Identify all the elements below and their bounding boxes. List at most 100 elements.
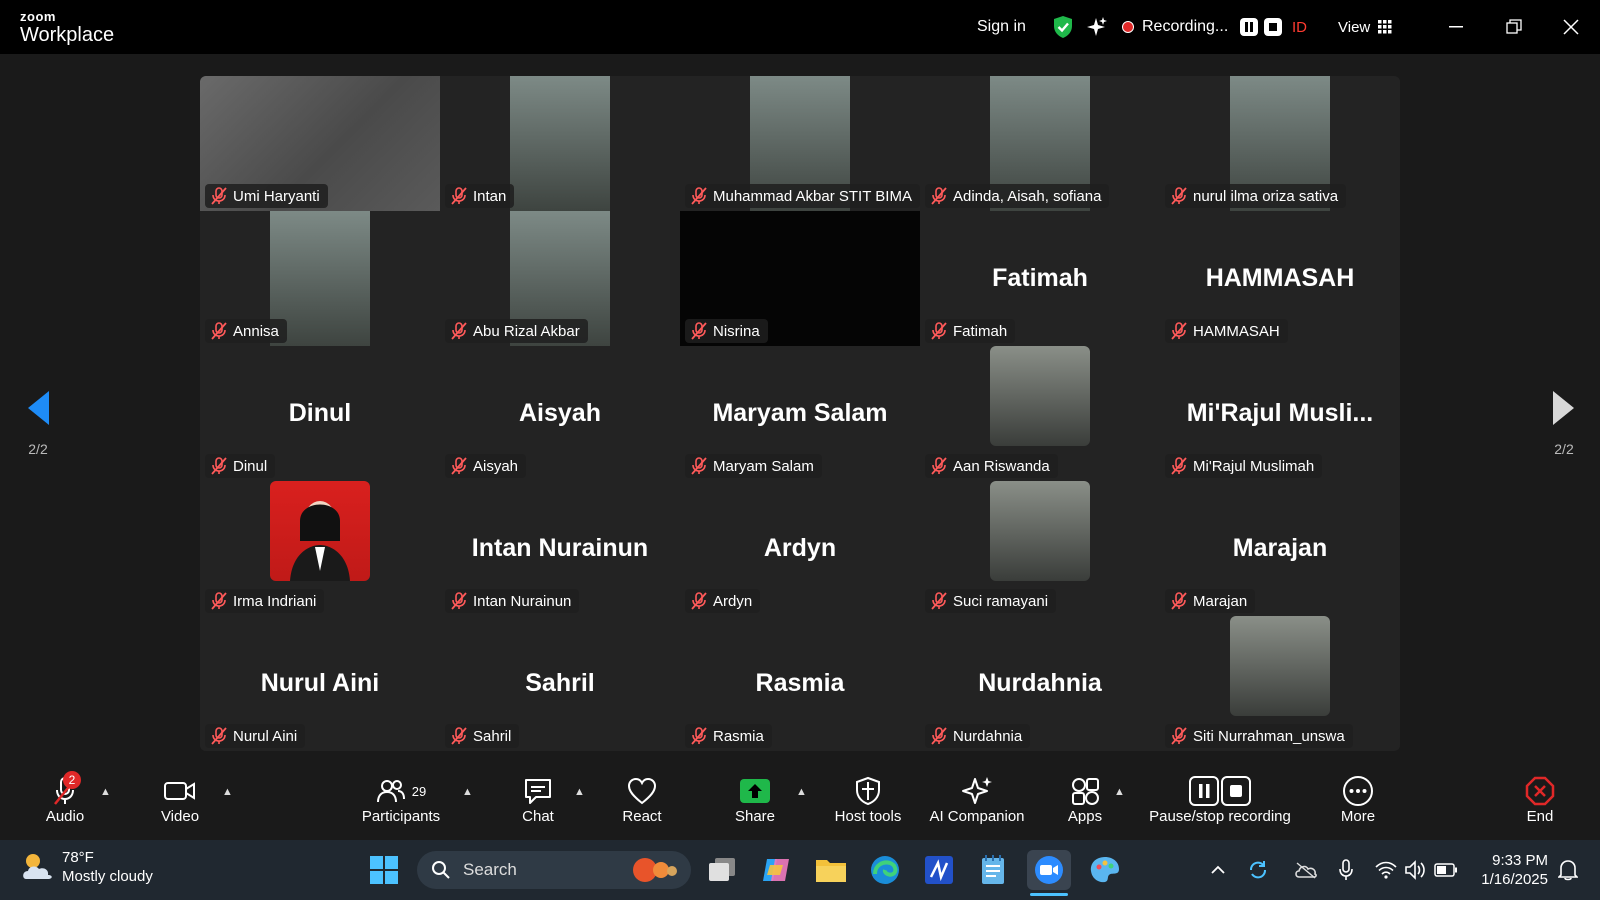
wifi-icon[interactable] (1372, 850, 1400, 890)
audio-options-chevron-icon[interactable]: ▲ (100, 786, 111, 798)
video-button[interactable]: Video (155, 774, 205, 836)
react-button[interactable]: React (617, 774, 667, 836)
participant-tile[interactable]: Muhammad Akbar STIT BIMA (680, 76, 920, 211)
participant-tile[interactable]: Nurul Aini Nurul Aini (200, 616, 440, 751)
pause-stop-recording-button[interactable]: Pause/stop recording (1140, 774, 1300, 836)
chat-options-chevron-icon[interactable]: ▲ (574, 786, 585, 798)
prev-page-arrow-icon[interactable] (25, 390, 51, 426)
sign-in-button[interactable]: Sign in (977, 0, 1026, 54)
participant-tile[interactable]: Siti Nurrahman_unswa (1160, 616, 1400, 751)
more-button[interactable]: More (1333, 774, 1383, 836)
participant-tile[interactable]: nurul ilma oriza sativa (1160, 76, 1400, 211)
apps-options-chevron-icon[interactable]: ▲ (1114, 786, 1125, 798)
participant-tile[interactable]: HAMMASAH HAMMASAH (1160, 211, 1400, 346)
onedrive-icon[interactable] (1292, 850, 1320, 890)
participant-name-label: Mi'Rajul Muslimah (1165, 454, 1323, 478)
battery-icon[interactable] (1432, 850, 1460, 890)
paint-icon[interactable] (1085, 850, 1125, 890)
chat-button[interactable]: Chat (513, 774, 563, 836)
participant-tile[interactable]: Abu Rizal Akbar (440, 211, 680, 346)
notifications-bell-icon[interactable] (1554, 850, 1582, 890)
participant-tile[interactable]: Aan Riswanda (920, 346, 1160, 481)
next-page-control[interactable]: 2/2 (1534, 390, 1594, 457)
edge-browser-icon[interactable] (865, 850, 905, 890)
muted-mic-icon (691, 727, 707, 745)
stop-recording-icon[interactable] (1264, 18, 1283, 36)
participant-tile[interactable]: Rasmia Rasmia (680, 616, 920, 751)
video-options-chevron-icon[interactable]: ▲ (222, 786, 233, 798)
host-tools-button[interactable]: Host tools (828, 774, 908, 836)
encryption-shield-icon[interactable] (1052, 0, 1074, 54)
zoom-app-icon[interactable] (1027, 850, 1071, 890)
visual-studio-icon[interactable] (919, 850, 959, 890)
task-view-icon[interactable] (702, 850, 742, 890)
pause-recording-icon[interactable] (1240, 18, 1259, 36)
participant-video-feed (990, 346, 1090, 446)
participant-name-label: Fatimah (925, 319, 1016, 343)
participant-tile[interactable]: Fatimah Fatimah (920, 211, 1160, 346)
ai-sparkle-icon[interactable] (1086, 0, 1108, 54)
end-meeting-button[interactable]: End (1515, 774, 1565, 836)
file-explorer-icon[interactable] (811, 850, 851, 890)
participant-name: Abu Rizal Akbar (473, 322, 580, 340)
participant-name-label: Intan Nurainun (445, 589, 580, 613)
next-page-arrow-icon[interactable] (1551, 390, 1577, 426)
weather-widget[interactable]: 78°F Mostly cloudy (20, 848, 153, 886)
muted-mic-icon (931, 322, 947, 340)
clock[interactable]: 9:33 PM 1/16/2025 (1474, 851, 1548, 889)
share-options-chevron-icon[interactable]: ▲ (796, 786, 807, 798)
view-button[interactable]: View (1338, 0, 1392, 54)
participant-name-label: Nurul Aini (205, 724, 306, 748)
share-button[interactable]: Share (730, 774, 780, 836)
notepad-icon[interactable] (973, 850, 1013, 890)
participant-name: nurul ilma oriza sativa (1193, 187, 1339, 205)
participant-name-label: Siti Nurrahman_unswa (1165, 724, 1353, 748)
recording-dot-icon (1122, 21, 1134, 33)
participant-tile[interactable]: Intan (440, 76, 680, 211)
microphone-tray-icon[interactable] (1332, 850, 1360, 890)
host-shield-icon (854, 774, 882, 808)
heart-icon (627, 774, 657, 808)
participant-name-label: Dinul (205, 454, 276, 478)
participant-tile[interactable]: Nurdahnia Nurdahnia (920, 616, 1160, 751)
prev-page-control[interactable]: 2/2 (8, 390, 68, 457)
zoom-logo: zoom Workplace (20, 10, 114, 47)
participant-tile[interactable]: Nisrina (680, 211, 920, 346)
close-icon[interactable] (1548, 0, 1594, 54)
participant-name-label: Sahril (445, 724, 520, 748)
weather-desc: Mostly cloudy (62, 868, 153, 885)
participant-tile[interactable]: Sahril Sahril (440, 616, 680, 751)
taskbar-search-box[interactable]: Search (417, 851, 691, 889)
participant-tile[interactable]: Maryam Salam Maryam Salam (680, 346, 920, 481)
participant-video-feed (1230, 616, 1330, 716)
participant-tile[interactable]: Adinda, Aisah, sofiana (920, 76, 1160, 211)
apps-button[interactable]: Apps (1060, 774, 1110, 836)
video-label: Video (160, 808, 200, 825)
copilot-icon[interactable] (756, 850, 796, 890)
restore-icon[interactable] (1491, 0, 1537, 54)
participant-tile[interactable]: Irma Indriani (200, 481, 440, 616)
participant-name: Nisrina (713, 322, 760, 340)
audio-badge: 2 (63, 771, 81, 789)
volume-icon[interactable] (1402, 850, 1430, 890)
show-hidden-icons-chevron-icon[interactable] (1206, 850, 1230, 890)
muted-mic-icon (931, 592, 947, 610)
participants-options-chevron-icon[interactable]: ▲ (462, 786, 473, 798)
participant-tile[interactable]: Dinul Dinul (200, 346, 440, 481)
participant-tile[interactable]: Suci ramayani (920, 481, 1160, 616)
meeting-id-button[interactable]: ID (1292, 0, 1307, 54)
ai-companion-button[interactable]: AI Companion (922, 774, 1032, 836)
participant-tile[interactable]: Mi'Rajul Musli... Mi'Rajul Muslimah (1160, 346, 1400, 481)
participant-tile[interactable]: Umi Haryanti (200, 76, 440, 211)
minimize-icon[interactable] (1433, 0, 1479, 54)
muted-mic-icon (211, 457, 227, 475)
participants-button[interactable]: 29 Participants (356, 774, 446, 836)
participant-name: Rasmia (713, 727, 764, 745)
participant-tile[interactable]: Marajan Marajan (1160, 481, 1400, 616)
start-windows-icon[interactable] (364, 850, 404, 890)
participant-tile[interactable]: Annisa (200, 211, 440, 346)
participant-tile[interactable]: Ardyn Ardyn (680, 481, 920, 616)
sync-icon[interactable] (1244, 850, 1272, 890)
participant-tile[interactable]: Intan Nurainun Intan Nurainun (440, 481, 680, 616)
participant-tile[interactable]: Aisyah Aisyah (440, 346, 680, 481)
